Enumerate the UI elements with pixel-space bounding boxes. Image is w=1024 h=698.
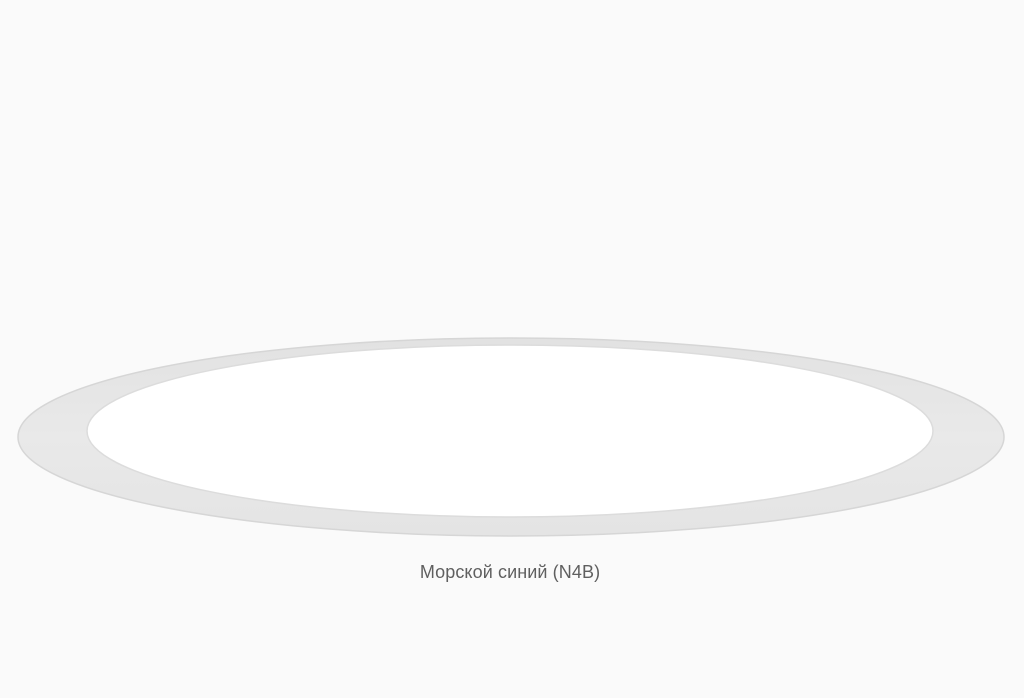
turntable-platform[interactable]	[0, 0, 1024, 698]
product-viewer[interactable]: Морской синий (N4B)	[0, 0, 1024, 698]
color-variant-caption: Морской синий (N4B)	[419, 562, 601, 582]
platform-inner-surface	[86, 344, 934, 518]
